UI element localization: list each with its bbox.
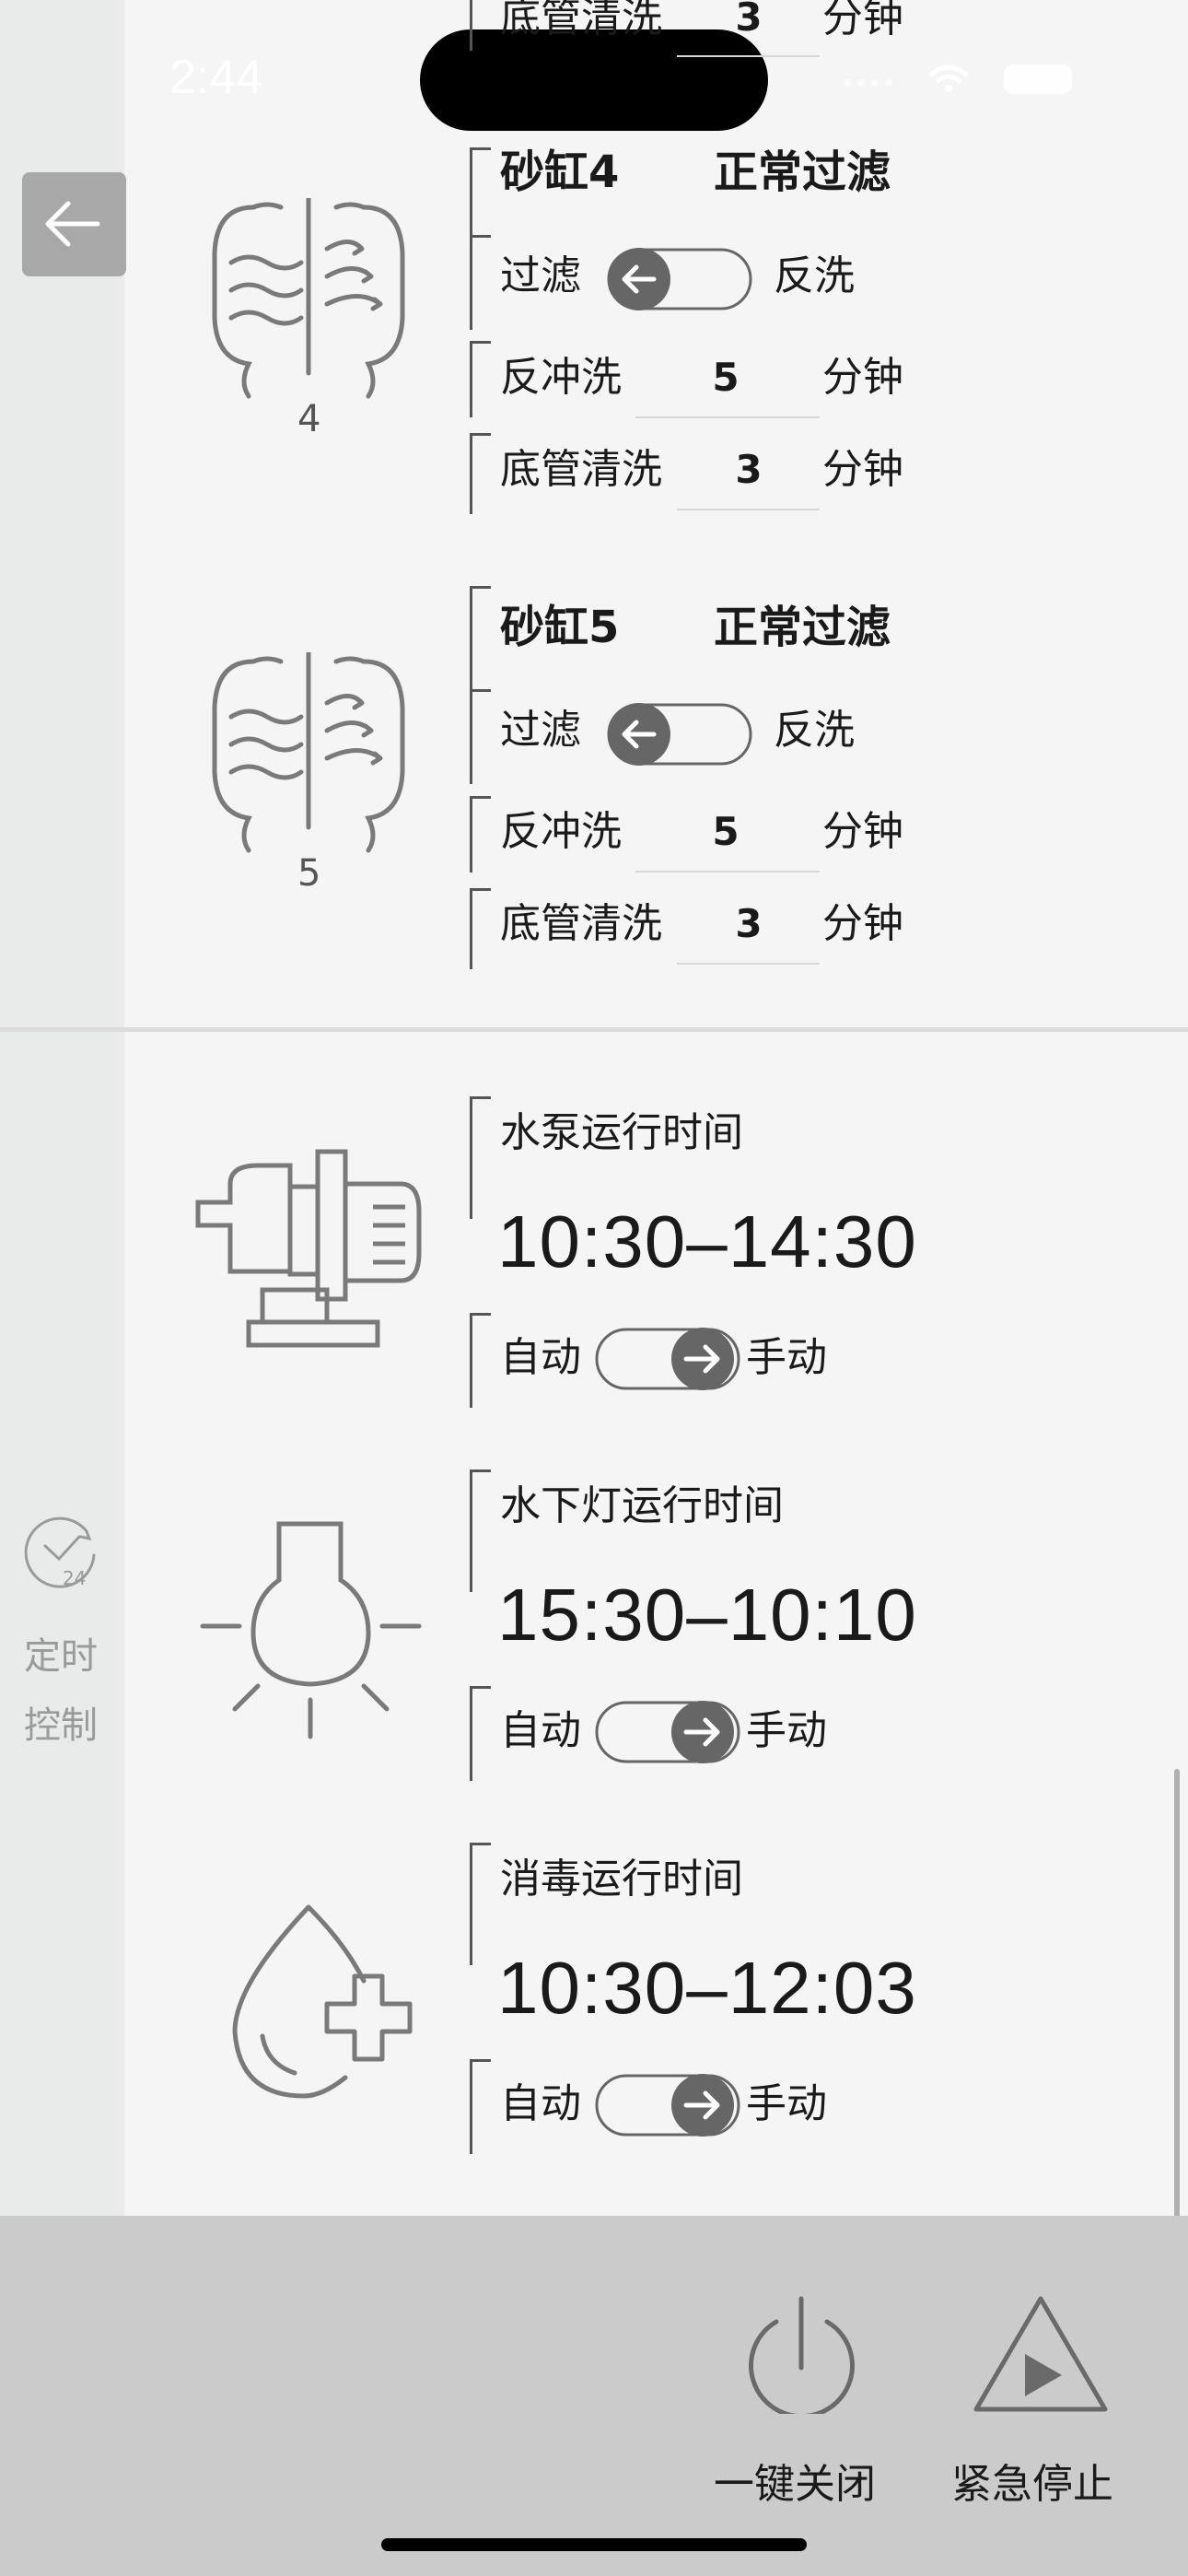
row-bracket xyxy=(470,1469,491,1592)
manual-label: 手动 xyxy=(746,1707,827,1754)
input-underline xyxy=(677,509,820,510)
row-bracket xyxy=(470,0,491,51)
row-bracket xyxy=(470,689,491,784)
row-bracket xyxy=(470,796,491,872)
input-underline xyxy=(677,963,820,965)
unit-label: 分钟 xyxy=(822,446,903,493)
input-underline xyxy=(635,871,820,872)
status-icons xyxy=(844,64,1072,94)
auto-manual-toggle[interactable] xyxy=(594,2073,741,2137)
bottom-clean-value[interactable]: 3 xyxy=(707,451,790,489)
emergency-stop-button[interactable] xyxy=(972,2294,1110,2414)
emergency-stop-label[interactable]: 紧急停止 xyxy=(951,2451,1113,2510)
filter-backwash-toggle[interactable] xyxy=(606,247,753,311)
bottom-clean-label: 底管清洗 xyxy=(500,900,662,947)
unit-label: 分钟 xyxy=(822,0,903,41)
toggle-left-label: 过滤 xyxy=(500,252,581,299)
bottom-clean-label: 底管清洗 xyxy=(500,446,662,493)
sand-tank-icon xyxy=(212,198,405,399)
row-bracket xyxy=(470,1096,491,1219)
clock-24-icon: 24 xyxy=(24,1516,96,1589)
toggle-right-label: 反洗 xyxy=(774,707,855,754)
row-bracket xyxy=(470,1843,491,1965)
sidebar xyxy=(0,0,124,2216)
auto-label: 自动 xyxy=(500,2080,581,2127)
input-underline xyxy=(677,55,820,57)
filter-backwash-toggle[interactable] xyxy=(606,702,753,767)
pump-time-label: 水泵运行时间 xyxy=(500,1109,743,1156)
tank-status: 正常过滤 xyxy=(714,602,891,653)
auto-manual-toggle[interactable] xyxy=(594,1700,741,1764)
row-bracket xyxy=(470,235,491,330)
sidebar-label-line1: 定时 xyxy=(24,1635,98,1678)
manual-label: 手动 xyxy=(746,1334,827,1381)
manual-label: 手动 xyxy=(746,2080,827,2127)
row-bracket xyxy=(470,1686,491,1781)
sidebar-item-timer-control[interactable]: 24 定时 控制 xyxy=(0,1502,124,1747)
row-bracket xyxy=(470,1313,491,1408)
row-bracket xyxy=(470,586,491,699)
clock-badge: 24 xyxy=(63,1567,86,1589)
toggle-left-label: 过滤 xyxy=(500,707,581,754)
status-time: 2:44 xyxy=(169,51,263,104)
row-bracket xyxy=(470,433,491,514)
tank-number: 5 xyxy=(297,852,321,895)
toggle-right-label: 反洗 xyxy=(774,252,855,299)
row-bracket xyxy=(470,888,491,969)
light-bulb-icon xyxy=(200,1521,422,1739)
disinfect-time-label: 消毒运行时间 xyxy=(500,1856,743,1903)
power-off-button[interactable] xyxy=(744,2294,859,2414)
sand-tank-icon xyxy=(212,652,405,853)
tank-title: 砂缸5 xyxy=(500,602,620,653)
unit-label: 分钟 xyxy=(822,808,903,855)
row-bracket xyxy=(470,341,491,417)
disinfect-drop-icon xyxy=(232,1904,413,2099)
pump-icon xyxy=(195,1149,422,1348)
unit-label: 分钟 xyxy=(822,900,903,947)
sidebar-label-line2: 控制 xyxy=(24,1704,98,1747)
auto-label: 自动 xyxy=(500,1334,581,1381)
light-time-range[interactable]: 15:30–10:10 xyxy=(497,1578,917,1652)
arrow-left-icon xyxy=(45,201,100,247)
tank-number: 4 xyxy=(297,398,321,440)
auto-label: 自动 xyxy=(500,1707,581,1754)
pump-time-range[interactable]: 10:30–14:30 xyxy=(497,1205,917,1279)
auto-manual-toggle[interactable] xyxy=(594,1327,741,1391)
backwash-value[interactable]: 5 xyxy=(684,813,767,851)
disinfect-time-range[interactable]: 10:30–12:03 xyxy=(497,1951,917,2025)
play-icon xyxy=(1025,2354,1062,2396)
tank-title: 砂缸4 xyxy=(500,146,620,198)
backwash-label: 反冲洗 xyxy=(500,808,622,855)
bottom-clean-value[interactable]: 3 xyxy=(707,0,790,37)
section-divider xyxy=(0,1027,1188,1032)
home-indicator[interactable] xyxy=(381,2538,807,2551)
power-off-label[interactable]: 一键关闭 xyxy=(714,2451,876,2510)
unit-label: 分钟 xyxy=(822,354,903,401)
light-time-label: 水下灯运行时间 xyxy=(500,1482,784,1529)
tank-status: 正常过滤 xyxy=(714,146,891,198)
bottom-clean-value[interactable]: 3 xyxy=(707,905,790,943)
bottom-clean-label: 底管清洗 xyxy=(500,0,662,41)
input-underline xyxy=(635,416,820,418)
row-bracket xyxy=(470,2059,491,2154)
backwash-value[interactable]: 5 xyxy=(684,358,767,397)
back-button[interactable] xyxy=(22,172,126,276)
backwash-label: 反冲洗 xyxy=(500,354,622,401)
